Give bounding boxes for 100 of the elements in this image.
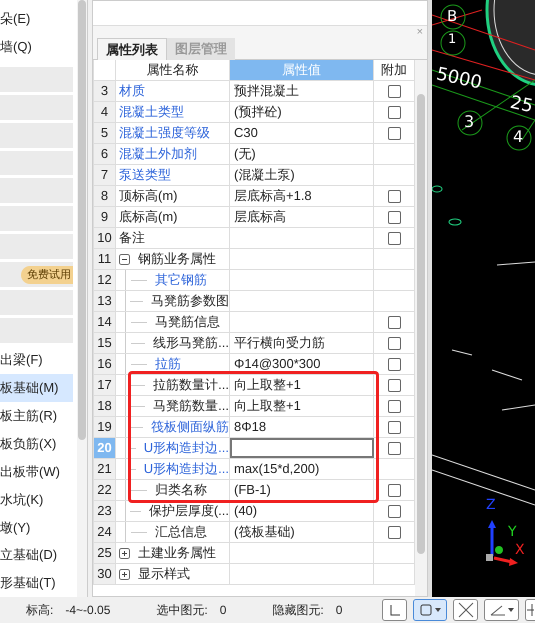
cross-button[interactable]: [453, 599, 478, 621]
property-link[interactable]: 其它钢筋: [155, 270, 207, 290]
property-name: 显示样式: [138, 565, 190, 584]
scrollbar-thumb[interactable]: [417, 94, 425, 554]
plus-icon: [526, 604, 534, 616]
property-name: 备注: [119, 229, 145, 248]
value-cell: (预拌砼): [230, 102, 374, 122]
tab[interactable]: 属性列表: [97, 38, 167, 60]
value-cell: 层底标高+1.8: [230, 186, 374, 206]
checkbox[interactable]: [388, 232, 400, 244]
trial-badge[interactable]: 免费试用: [21, 266, 73, 284]
checkbox[interactable]: [388, 442, 400, 454]
property-name: 马凳筋数量...: [153, 397, 229, 416]
value-cell: 平行横向受力筋: [230, 333, 374, 353]
row-number: 9: [94, 207, 116, 227]
property-link[interactable]: 混凝土外加剂: [119, 144, 197, 164]
value-cell: (筏板基础): [230, 522, 374, 542]
checkbox[interactable]: [388, 400, 400, 412]
value-cell: 预拌混凝土: [230, 81, 374, 101]
row-number: 5: [94, 123, 116, 143]
checkbox[interactable]: [388, 316, 400, 328]
row-number: 10: [94, 228, 116, 248]
property-link[interactable]: 材质: [119, 81, 145, 101]
row-number: 21: [94, 459, 116, 479]
sidebar-item[interactable]: 立基础(D): [0, 541, 73, 570]
axis-label: Z: [486, 498, 496, 512]
row-number: 24: [94, 522, 116, 542]
property-link[interactable]: U形构造封边...: [144, 459, 229, 479]
orthogonal-button[interactable]: [382, 599, 407, 621]
row-number: 30: [94, 564, 116, 584]
caret-icon: [435, 608, 441, 612]
property-name: 拉筋数量计...: [153, 376, 229, 394]
angle-dropdown-button[interactable]: [484, 599, 519, 621]
property-link[interactable]: 拉筋: [155, 354, 181, 374]
row-number: 22: [94, 480, 116, 500]
checkbox[interactable]: [388, 358, 400, 370]
checkbox[interactable]: [388, 484, 400, 496]
row-number: 4: [94, 102, 116, 122]
sidebar-item[interactable]: 板主筋(R): [0, 402, 73, 430]
sidebar-item[interactable]: 水坑(K): [0, 485, 73, 514]
row-number: 14: [94, 312, 116, 332]
value-cell: (无): [230, 144, 374, 164]
scrollbar-thumb[interactable]: [78, 0, 86, 440]
sidebar-item[interactable]: 板负筋(X): [0, 430, 73, 458]
value-cell: 层底标高: [230, 207, 374, 227]
property-link[interactable]: U形构造封边...: [144, 438, 229, 458]
row-number: 20: [94, 438, 116, 458]
sidebar-item[interactable]: 朵(E): [0, 5, 73, 33]
checkbox[interactable]: [388, 126, 400, 140]
checkbox[interactable]: [388, 210, 400, 224]
checkbox[interactable]: [388, 420, 400, 434]
sidebar-item[interactable]: 墩(Y): [0, 513, 73, 542]
row-number: 19: [94, 417, 116, 437]
property-link[interactable]: 泵送类型: [119, 165, 171, 185]
status-value: 0: [336, 602, 342, 619]
dimension-text: 25: [508, 94, 535, 116]
expand-icon[interactable]: [119, 568, 130, 580]
property-name: 钢筋业务属性: [138, 250, 216, 268]
checkbox[interactable]: [388, 504, 400, 518]
value-cell: (混凝土泵): [230, 165, 374, 185]
column-header: 属性值: [230, 60, 374, 80]
row-number: 12: [94, 270, 116, 290]
sidebar-item[interactable]: 免费试用: [0, 262, 73, 288]
status-label: 选中图元:: [156, 602, 208, 619]
sidebar-item[interactable]: 出板带(W): [0, 458, 73, 486]
property-link[interactable]: 混凝土强度等级: [119, 123, 210, 143]
checkbox[interactable]: [388, 190, 400, 202]
sidebar-item[interactable]: 出梁(F): [0, 346, 73, 374]
sidebar-item[interactable]: 板基础(M): [0, 374, 73, 402]
cross-icon: [458, 602, 474, 618]
status-label: 隐藏图元:: [272, 602, 324, 619]
expand-icon[interactable]: [119, 548, 130, 558]
value-cell: C30: [230, 123, 374, 143]
checkbox[interactable]: [388, 378, 400, 392]
checkbox[interactable]: [388, 106, 400, 118]
row-number: 11: [94, 249, 116, 269]
sidebar-item[interactable]: 形基础(T): [0, 569, 73, 597]
checkbox[interactable]: [388, 526, 400, 538]
checkbox[interactable]: [388, 336, 400, 350]
row-number: 3: [94, 81, 116, 101]
row-number: 13: [94, 291, 116, 311]
property-link[interactable]: 筏板侧面纵筋: [151, 417, 229, 437]
checkbox[interactable]: [388, 84, 400, 98]
value-cell: 向上取整+1: [230, 396, 374, 416]
square-icon: [419, 603, 433, 617]
collapse-icon[interactable]: [119, 254, 130, 264]
add-button[interactable]: [525, 599, 535, 621]
property-name: 土建业务属性: [138, 544, 216, 562]
property-name: 汇总信息: [155, 523, 207, 542]
status-value: 0: [220, 602, 226, 619]
property-name: 顶标高(m): [119, 187, 178, 206]
value-input[interactable]: [230, 438, 374, 458]
row-number: 23: [94, 501, 116, 521]
axis-label: X: [515, 543, 525, 557]
value-cell: (FB-1): [230, 480, 374, 500]
snap-dropdown-button[interactable]: [413, 599, 447, 621]
property-name: 底标高(m): [119, 208, 178, 226]
sidebar-item[interactable]: 墙(Q): [0, 32, 73, 61]
property-link[interactable]: 混凝土类型: [119, 102, 184, 122]
row-number: 18: [94, 396, 116, 416]
